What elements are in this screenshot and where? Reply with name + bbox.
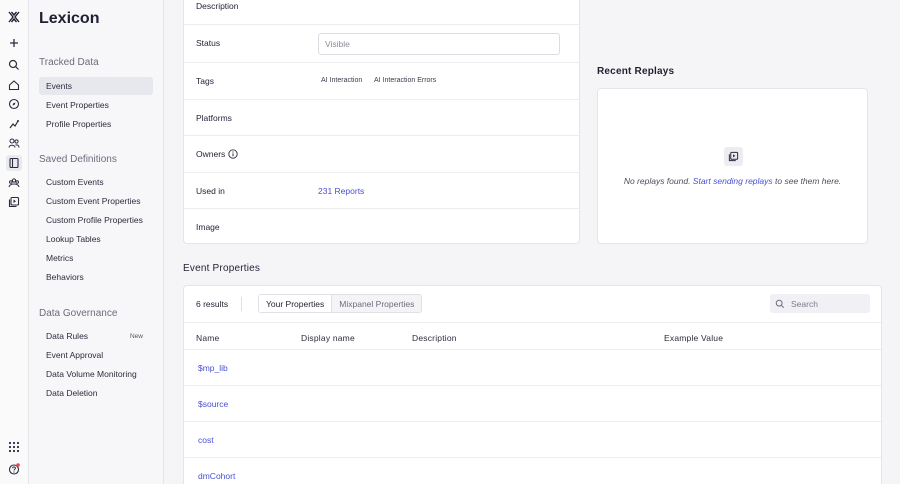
- column-header-display-name[interactable]: Display name: [301, 333, 355, 343]
- status-row: Status Visible: [184, 25, 579, 63]
- image-label: Image: [196, 222, 220, 232]
- property-name-link[interactable]: $mp_lib: [198, 363, 228, 373]
- search-placeholder: Search: [791, 298, 818, 309]
- sidebar-item-custom-event-properties[interactable]: Custom Event Properties: [39, 192, 153, 210]
- table-row[interactable]: dmCohort: [184, 458, 881, 484]
- tags-label: Tags: [196, 76, 214, 86]
- sidebar-item-event-approval[interactable]: Event Approval: [39, 346, 153, 364]
- help-icon[interactable]: [6, 461, 22, 477]
- table-header: Name Display name Description Example Va…: [184, 322, 881, 350]
- column-header-example-value[interactable]: Example Value: [664, 333, 723, 343]
- users-icon[interactable]: [6, 135, 22, 151]
- sidebar-item-events[interactable]: Events: [39, 77, 153, 95]
- sidebar-item-lookup-tables[interactable]: Lookup Tables: [39, 230, 153, 248]
- details-card: Description Status Visible Tags AI Inter…: [183, 0, 580, 244]
- tab-mixpanel-properties[interactable]: Mixpanel Properties: [332, 295, 422, 312]
- table-row[interactable]: cost: [184, 422, 881, 458]
- replays-icon[interactable]: [6, 194, 22, 210]
- sidebar-item-custom-events[interactable]: Custom Events: [39, 173, 153, 191]
- main-content: Description Status Visible Tags AI Inter…: [164, 0, 900, 484]
- owners-label: Owners: [196, 149, 226, 159]
- sidebar-item-event-properties[interactable]: Event Properties: [39, 96, 153, 114]
- description-row: Description: [184, 0, 579, 25]
- event-properties-title: Event Properties: [183, 263, 261, 274]
- property-name-link[interactable]: cost: [198, 435, 214, 445]
- cohorts-icon[interactable]: [6, 175, 22, 191]
- lexicon-icon[interactable]: [6, 155, 22, 171]
- used-in-label: Used in: [196, 186, 225, 196]
- recent-replays-title: Recent Replays: [597, 66, 675, 77]
- image-row: Image: [184, 209, 579, 245]
- app-title: Lexicon: [39, 10, 100, 27]
- compass-icon[interactable]: [6, 96, 22, 112]
- results-count: 6 results: [196, 299, 229, 309]
- sidebar-item-metrics[interactable]: Metrics: [39, 249, 153, 267]
- sidebar-item-custom-profile-properties[interactable]: Custom Profile Properties: [39, 211, 153, 229]
- status-select[interactable]: Visible: [318, 33, 560, 55]
- section-title-governance: Data Governance: [39, 308, 118, 319]
- platforms-label: Platforms: [196, 113, 232, 123]
- divider: [241, 297, 242, 311]
- section-title-saved: Saved Definitions: [39, 154, 117, 165]
- logo-icon[interactable]: [6, 9, 22, 25]
- owners-row: Owners: [184, 136, 579, 173]
- start-sending-replays-link[interactable]: Start sending replays: [693, 176, 773, 186]
- sidebar-item-data-deletion[interactable]: Data Deletion: [39, 384, 153, 402]
- property-name-link[interactable]: dmCohort: [198, 471, 235, 481]
- column-header-name[interactable]: Name: [196, 333, 219, 343]
- tag-chip[interactable]: AI Interaction: [321, 77, 362, 84]
- description-label: Description: [196, 1, 239, 11]
- recent-replays-card: No replays found. Start sending replays …: [597, 88, 868, 244]
- sidebar-item-behaviors[interactable]: Behaviors: [39, 268, 153, 286]
- properties-tabs: Your Properties Mixpanel Properties: [258, 294, 423, 313]
- platforms-row: Platforms: [184, 100, 579, 136]
- used-in-reports-link[interactable]: 231 Reports: [318, 186, 364, 196]
- table-row[interactable]: $source: [184, 386, 881, 422]
- search-input[interactable]: Search: [770, 294, 870, 313]
- section-title-tracked: Tracked Data: [39, 57, 99, 68]
- tab-your-properties[interactable]: Your Properties: [259, 295, 333, 312]
- new-badge: New: [129, 332, 143, 340]
- table-row[interactable]: $mp_lib: [184, 350, 881, 386]
- plus-icon[interactable]: [6, 35, 22, 51]
- info-icon[interactable]: [228, 149, 238, 159]
- sidebar-item-label: Data Rules: [46, 331, 89, 341]
- sidebar-item-data-rules[interactable]: Data Rules New: [39, 327, 153, 345]
- column-header-description[interactable]: Description: [412, 333, 457, 343]
- sidebar: Lexicon Tracked Data Events Event Proper…: [29, 0, 164, 484]
- icon-rail: [0, 0, 29, 484]
- apps-grid-icon[interactable]: [6, 439, 22, 455]
- event-properties-card: 6 results Your Properties Mixpanel Prope…: [183, 285, 882, 484]
- replay-icon: [724, 147, 743, 166]
- home-icon[interactable]: [6, 77, 22, 93]
- insights-icon[interactable]: [6, 116, 22, 132]
- tags-row: Tags AI Interaction AI Interaction Error…: [184, 63, 579, 100]
- no-replays-message: No replays found. Start sending replays …: [623, 176, 842, 186]
- property-name-link[interactable]: $source: [198, 399, 228, 409]
- used-in-row: Used in 231 Reports: [184, 173, 579, 209]
- sidebar-item-data-volume-monitoring[interactable]: Data Volume Monitoring: [39, 365, 153, 383]
- search-icon: [775, 299, 785, 308]
- search-icon[interactable]: [6, 57, 22, 73]
- sidebar-item-profile-properties[interactable]: Profile Properties: [39, 115, 153, 133]
- tag-chip[interactable]: AI Interaction Errors: [374, 77, 436, 84]
- status-label: Status: [196, 38, 221, 48]
